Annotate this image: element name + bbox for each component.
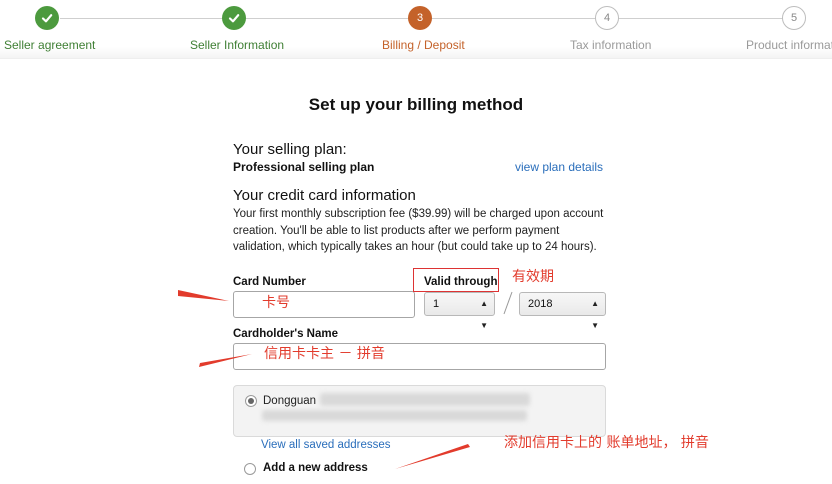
saved-address-text: Dongguan xyxy=(263,395,317,407)
annotation-billing-address: 添加信用卡上的 账单地址， 拼音 xyxy=(504,435,709,451)
add-new-address-label[interactable]: Add a new address xyxy=(263,462,368,474)
credit-card-description: Your first monthly subscription fee ($39… xyxy=(233,208,604,253)
expiry-year-value: 2018 xyxy=(528,298,553,310)
annotation-cardholder: 信用卡卡主 － 拼音 xyxy=(264,346,385,362)
annotation-card-number: 卡号 xyxy=(262,295,290,311)
step-3-number: 3 xyxy=(408,6,432,30)
view-plan-details-link[interactable]: view plan details xyxy=(515,160,603,174)
address-redaction-blur xyxy=(320,393,530,406)
view-all-saved-addresses-link[interactable]: View all saved addresses xyxy=(261,439,391,451)
step-1-label[interactable]: Seller agreement xyxy=(4,38,95,52)
step-2-label[interactable]: Seller Information xyxy=(190,38,284,52)
step-5-number: 5 xyxy=(782,6,806,30)
expiry-month-select[interactable]: 1 ▲ ▼ xyxy=(424,292,495,330)
step-5-label: Product informati xyxy=(746,38,832,52)
step-4-number: 4 xyxy=(595,6,619,30)
month-select-caret-icon: ▲ ▼ xyxy=(480,299,488,330)
selling-plan-heading: Your selling plan: xyxy=(233,141,347,158)
expiry-year-select[interactable]: 2018 ▲ ▼ xyxy=(519,292,606,330)
card-number-input[interactable] xyxy=(233,291,415,318)
cardholder-name-label: Cardholder's Name xyxy=(233,328,338,340)
valid-through-label: Valid through xyxy=(424,276,498,288)
step-3-label: Billing / Deposit xyxy=(382,38,465,52)
arrow-to-card-number xyxy=(178,290,229,301)
expiry-month-value: 1 xyxy=(433,298,440,310)
arrow-to-new-address xyxy=(395,444,470,469)
step-1-check-icon xyxy=(35,6,59,30)
step-2-check-icon xyxy=(222,6,246,30)
selling-plan-name: Professional selling plan xyxy=(233,160,375,174)
year-select-caret-icon: ▲ ▼ xyxy=(591,299,599,330)
page-title: Set up your billing method xyxy=(308,95,524,114)
card-number-label: Card Number xyxy=(233,276,306,288)
step-4-label: Tax information xyxy=(570,38,652,52)
saved-address-radio[interactable] xyxy=(245,395,257,407)
annotation-expiry: 有效期 xyxy=(512,269,554,285)
progress-stepper: Seller agreement Seller Information 3 Bi… xyxy=(0,0,832,59)
new-address-radio[interactable] xyxy=(244,463,256,475)
date-separator-slash xyxy=(503,291,513,315)
address-redaction-blur xyxy=(262,410,527,421)
credit-card-heading: Your credit card information xyxy=(233,187,416,204)
